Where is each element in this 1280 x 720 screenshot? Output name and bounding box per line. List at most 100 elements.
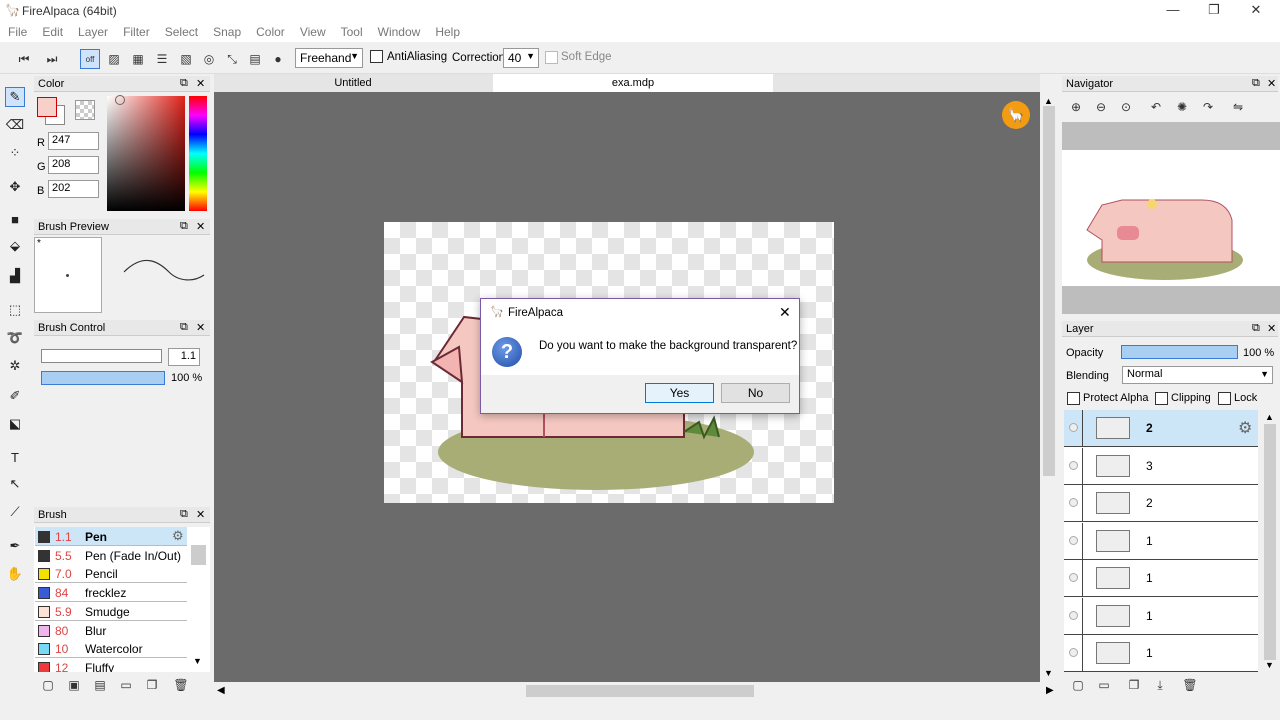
transparent-color-swatch[interactable] [75,100,95,120]
visibility-icon[interactable] [1069,498,1078,507]
zoom-in-icon[interactable]: ⊕ [1068,100,1084,116]
tab-exa[interactable]: exa.mdp [493,74,773,92]
color-picker-cursor[interactable] [115,95,125,105]
bucket-tool-icon[interactable]: ⬙ [5,236,25,256]
protect-alpha-checkbox[interactable] [1067,392,1080,405]
panel-close-icon[interactable]: ✕ [196,77,205,90]
menu-snap[interactable]: Snap [213,25,248,39]
close-icon[interactable]: ✕ [1246,2,1266,20]
antialias-checkbox[interactable] [370,50,383,63]
dialog-close-icon[interactable]: ✕ [779,304,791,321]
brush-item[interactable]: 1.1 Pen ⚙ [35,527,187,546]
rotate-right-icon[interactable]: ↷ [1200,100,1216,116]
fill-rect-tool-icon[interactable]: ■ [5,209,25,229]
zoom-reset-icon[interactable]: ⊙ [1118,100,1134,116]
blending-select[interactable]: Normal ▼ [1122,366,1273,384]
float-icon[interactable]: ⧉ [180,321,188,334]
brush-item[interactable]: 5.9 Smudge [35,601,187,621]
snap-off-icon[interactable]: off [80,49,100,69]
panel-close-icon[interactable]: ✕ [1267,322,1276,335]
layer-row[interactable]: 1 [1064,597,1258,635]
dot-tool-icon[interactable]: ⁘ [5,143,25,163]
scroll-right-icon[interactable]: ▶ [1046,685,1054,696]
scroll-left-icon[interactable]: ◀ [217,685,225,696]
layer-row[interactable]: 1 [1064,560,1258,597]
mode-select[interactable]: Freehand ▼ [295,48,363,68]
prev-icon[interactable]: ⏮ [14,49,34,69]
select-eraser-tool-icon[interactable]: ⬕ [5,414,25,434]
magic-wand-tool-icon[interactable]: ✲ [5,356,25,376]
visibility-icon[interactable] [1069,460,1078,470]
rotate-reset-icon[interactable]: ✺ [1174,100,1190,116]
gear-icon[interactable]: ⚙ [172,528,184,544]
layer-row[interactable]: 1 [1064,522,1258,560]
b-input[interactable]: 202 [48,180,99,198]
brush-folder-icon[interactable]: ▭ [118,678,134,694]
brush-item[interactable]: 5.5 Pen (Fade In/Out) [35,545,187,565]
brush-item[interactable]: 12 Fluffy [35,657,187,672]
brush-dot-icon[interactable]: ● [268,49,288,69]
alpaca-mascot-icon[interactable]: 🦙 [1002,101,1030,129]
snap-lines-icon[interactable]: ☰ [152,49,172,69]
scroll-down-icon[interactable]: ▼ [193,656,202,666]
duplicate-layer-icon[interactable]: ❐ [1126,678,1142,694]
menu-edit[interactable]: Edit [42,25,70,39]
menu-select[interactable]: Select [165,25,205,39]
float-icon[interactable]: ⧉ [1252,322,1260,335]
brush-size-input[interactable]: 1.1 [168,348,200,366]
horizontal-scrollbar[interactable] [214,682,1058,700]
menu-color[interactable]: Color [256,25,292,39]
hand-tool-icon[interactable]: ✋ [5,564,25,584]
saturation-value-picker[interactable] [107,96,185,211]
lock-checkbox[interactable] [1218,392,1231,405]
brush-item[interactable]: 7.0 Pencil [35,564,187,584]
menu-view[interactable]: View [300,25,333,39]
layer-row[interactable]: 1 [1064,635,1258,672]
delete-layer-icon[interactable]: 🗑 [1182,678,1198,694]
correction-select[interactable]: 40 ▼ [503,48,539,68]
brush-item[interactable]: 84 frecklez [35,583,187,603]
layer-scroll-thumb[interactable] [1264,424,1276,660]
layer-opacity-slider[interactable] [1121,345,1238,359]
snap-parallel-icon[interactable]: ▨ [104,49,124,69]
select-pen-tool-icon[interactable]: ✐ [5,386,25,406]
zoom-out-icon[interactable]: ⊖ [1093,100,1109,116]
brush-copy-icon[interactable]: ▤ [92,678,108,694]
brush-opacity-slider[interactable] [41,371,165,385]
brush-item[interactable]: 10 Watercolor [35,639,187,659]
menu-file[interactable]: File [8,25,34,39]
layer-row[interactable]: 2 ⚙ [1064,410,1258,447]
horizontal-scroll-thumb[interactable] [526,685,754,697]
vertical-scroll-thumb[interactable] [1043,106,1055,476]
float-icon[interactable]: ⧉ [180,508,188,521]
vertical-scrollbar[interactable] [1040,94,1058,680]
visibility-icon[interactable] [1069,648,1078,657]
layer-scrollbar[interactable] [1261,410,1278,672]
brush-delete-icon[interactable]: 🗑 [173,678,189,694]
menu-layer[interactable]: Layer [78,25,115,39]
visibility-icon[interactable] [1069,610,1078,620]
float-icon[interactable]: ⧉ [180,220,188,233]
pen-tool-icon[interactable]: ✎ [5,87,25,107]
menu-filter[interactable]: Filter [123,25,157,39]
softedge-checkbox[interactable] [545,51,558,64]
brush-duplicate-icon[interactable]: ❐ [144,678,160,694]
flip-icon[interactable]: ⇋ [1230,100,1246,116]
layer-row[interactable]: 2 [1064,485,1258,522]
text-tool-icon[interactable]: T [5,447,25,467]
visibility-icon[interactable] [1069,573,1078,582]
lasso-tool-icon[interactable]: ➰ [5,328,25,348]
brush-settings-icon[interactable]: ▣ [66,678,82,694]
gear-icon[interactable]: ⚙ [1238,418,1252,438]
rotate-left-icon[interactable]: ↶ [1148,100,1164,116]
float-icon[interactable]: ⧉ [1252,77,1260,90]
gradient-tool-icon[interactable]: ▟ [5,266,25,286]
snap-curve-icon[interactable]: ⤡ [222,49,242,69]
move-tool-icon[interactable]: ✥ [5,177,25,197]
panel-close-icon[interactable]: ✕ [196,321,205,334]
navigator-preview[interactable] [1062,122,1280,314]
new-folder-icon[interactable]: ▭ [1096,678,1112,694]
merge-down-icon[interactable]: ⤓ [1152,678,1168,694]
brush-size-slider[interactable] [41,349,162,363]
visibility-icon[interactable] [1069,423,1078,432]
